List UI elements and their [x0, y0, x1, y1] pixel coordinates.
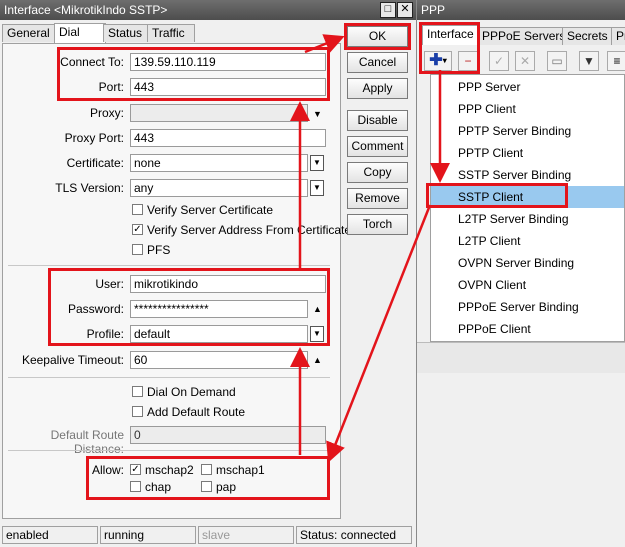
arrow-to-ok: [304, 34, 345, 54]
arrow-to-allow: [326, 204, 432, 463]
annotation-arrows: [290, 34, 450, 463]
